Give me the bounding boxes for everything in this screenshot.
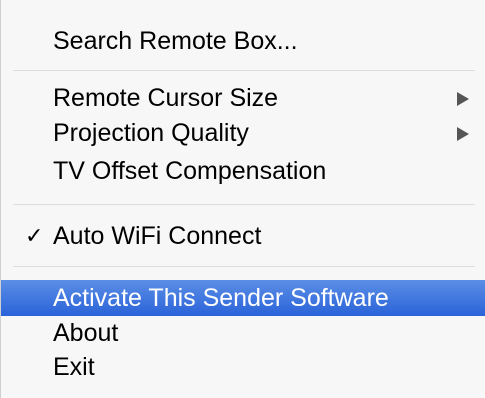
menu-item-label: Remote Cursor Size	[53, 84, 279, 112]
menu-item-remote-cursor-size[interactable]: Remote Cursor Size	[1, 81, 485, 115]
checkmark-icon: ✓	[25, 223, 44, 248]
submenu-arrow-icon	[457, 127, 469, 141]
menu-separator	[13, 70, 475, 71]
menu-item-auto-wifi-connect[interactable]: ✓ Auto WiFi Connect	[1, 219, 485, 253]
menu-item-about[interactable]: About	[1, 316, 485, 350]
menu-item-projection-quality[interactable]: Projection Quality	[1, 116, 485, 150]
submenu-arrow-icon	[457, 92, 469, 106]
menu-item-exit[interactable]: Exit	[1, 350, 485, 384]
menu-item-label: About	[53, 319, 119, 347]
menu-item-label: Exit	[53, 353, 95, 381]
menu-item-search-remote-box[interactable]: Search Remote Box...	[1, 24, 485, 58]
menu-item-label: Projection Quality	[53, 119, 249, 147]
menu-item-tv-offset-compensation[interactable]: TV Offset Compensation	[1, 154, 485, 188]
menu-separator	[13, 204, 475, 205]
menu-item-label: TV Offset Compensation	[53, 157, 327, 185]
menu-item-label: Activate This Sender Software	[53, 284, 389, 312]
menu-separator	[13, 266, 475, 267]
menu-item-label: Auto WiFi Connect	[53, 222, 262, 250]
context-menu: Search Remote Box... Remote Cursor Size …	[0, 0, 485, 398]
menu-item-activate-sender-software[interactable]: Activate This Sender Software	[1, 280, 485, 316]
menu-item-label: Search Remote Box...	[53, 27, 298, 55]
